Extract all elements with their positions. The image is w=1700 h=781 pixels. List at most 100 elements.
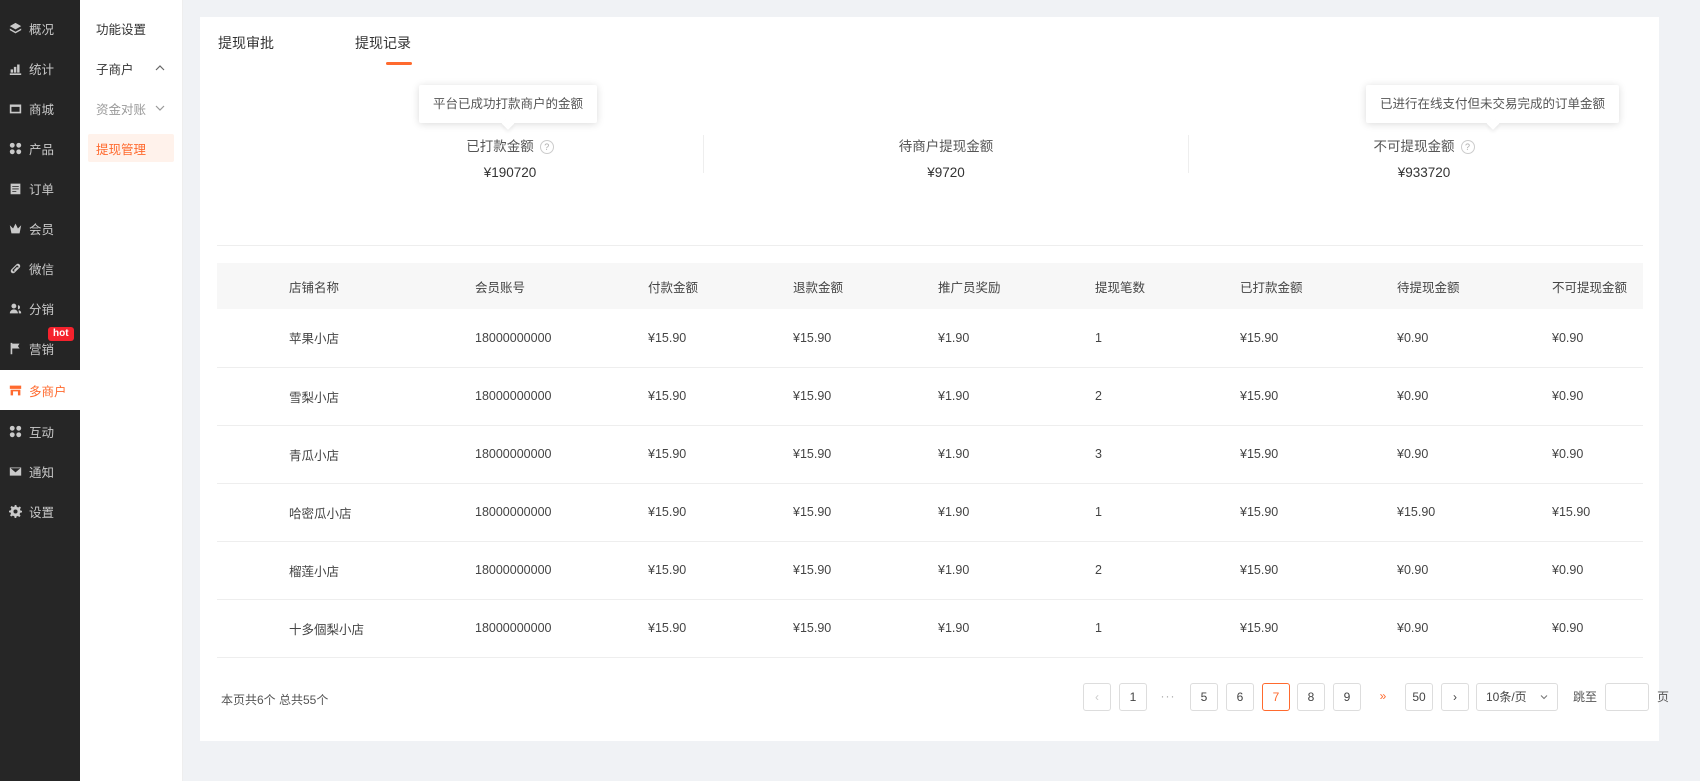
table-cell: 18000000000 — [475, 483, 648, 542]
table-cell: 18000000000 — [475, 367, 648, 426]
table-cell: ¥15.90 — [1397, 483, 1552, 542]
page-button[interactable]: 8 — [1297, 683, 1325, 711]
stat-divider — [1188, 135, 1189, 173]
table-cell: ¥15.90 — [793, 541, 938, 600]
sidebar-item-settings[interactable]: 设置 — [0, 491, 80, 531]
page-size-value: 10条/页 — [1486, 690, 1527, 704]
table-row: 青瓜小店 18000000000 ¥15.90 ¥15.90 ¥1.90 3 ¥… — [217, 425, 1643, 484]
table-cell: 2 — [1095, 541, 1240, 600]
table-row: 雪梨小店 18000000000 ¥15.90 ¥15.90 ¥1.90 2 ¥… — [217, 367, 1643, 426]
help-icon[interactable]: ? — [539, 140, 554, 154]
table-cell: ¥15.90 — [1240, 309, 1397, 368]
table-cell: ¥15.90 — [1240, 483, 1397, 542]
flag-icon — [8, 341, 22, 355]
stat-paid-amount: 已打款金额? ¥190720 — [360, 135, 660, 180]
table-cell: ¥0.90 — [1397, 599, 1552, 658]
subnav-item-feature-settings[interactable]: 功能设置 — [88, 14, 174, 42]
stat-non-withdrawable: 不可提现金额? ¥933720 — [1274, 135, 1574, 180]
stat-pending-withdrawal: 待商户提现金额 ¥9720 — [796, 135, 1096, 180]
sidebar-item-label: 微信 — [29, 262, 55, 277]
sidebar-item-mall[interactable]: 商城 — [0, 88, 80, 128]
crown-icon — [8, 221, 22, 235]
sidebar-item-multi-merchant[interactable]: 多商户 — [0, 370, 80, 410]
sidebar-item-notifications[interactable]: 通知 — [0, 451, 80, 491]
table-cell: ¥15.90 — [1240, 599, 1397, 658]
goto-page-input[interactable] — [1605, 683, 1649, 711]
table-cell: ¥15.90 — [793, 425, 938, 484]
sidebar-item-label: 营销 — [29, 342, 55, 357]
table-cell: 哈密瓜小店 — [217, 483, 475, 542]
table-cell: ¥15.90 — [793, 367, 938, 426]
sidebar-item-wechat[interactable]: 微信 — [0, 248, 80, 288]
table-cell: 2 — [1095, 367, 1240, 426]
table-cell: 十多個梨小店 — [217, 599, 475, 658]
page-button[interactable]: 6 — [1226, 683, 1254, 711]
sidebar-item-members[interactable]: 会员 — [0, 208, 80, 248]
subnav-item-fund-reconciliation[interactable]: 资金对账 — [88, 94, 174, 122]
subnav-item-label: 资金对账 — [96, 102, 147, 117]
current-page-button[interactable]: 7 — [1262, 683, 1290, 711]
stat-label: 不可提现金额 — [1373, 139, 1455, 154]
page-button[interactable]: 5 — [1190, 683, 1218, 711]
shop-icon — [8, 383, 22, 397]
subnav-item-label: 功能设置 — [96, 22, 147, 37]
column-header: 提现笔数 — [1095, 263, 1240, 309]
help-icon[interactable]: ? — [1460, 140, 1475, 154]
table-row: 十多個梨小店 18000000000 ¥15.90 ¥15.90 ¥1.90 1… — [217, 599, 1643, 658]
prev-page-button[interactable]: ‹ — [1083, 683, 1111, 711]
mail-icon — [8, 464, 22, 478]
stat-value: ¥190720 — [483, 165, 537, 180]
chevron-down-icon — [155, 105, 165, 111]
page-size-select[interactable]: 10条/页 — [1476, 683, 1558, 711]
page-ellipsis[interactable]: ··· — [1154, 683, 1182, 711]
tab-withdrawal-records[interactable]: 提现记录 — [355, 33, 411, 53]
column-header: 付款金额 — [648, 263, 793, 309]
sidebar-item-overview[interactable]: 概况 — [0, 8, 80, 48]
sidebar-item-interaction[interactable]: 互动 — [0, 411, 80, 451]
table-cell: ¥15.90 — [1240, 425, 1397, 484]
stat-divider — [703, 135, 704, 173]
sidebar-item-stats[interactable]: 统计 — [0, 48, 80, 88]
sidebar-item-label: 订单 — [29, 182, 55, 197]
sidebar-item-orders[interactable]: 订单 — [0, 168, 80, 208]
sidebar-item-label: 设置 — [29, 505, 55, 520]
sidebar-item-label: 统计 — [29, 62, 55, 77]
table-cell: 18000000000 — [475, 309, 648, 368]
stat-label: 待商户提现金额 — [898, 139, 994, 154]
jump-forward-button[interactable]: » — [1369, 683, 1397, 711]
table-cell: ¥15.90 — [1240, 367, 1397, 426]
chart-icon — [8, 61, 22, 75]
non-withdrawable-tooltip: 已进行在线支付但未交易完成的订单金额 — [1366, 85, 1620, 123]
table-cell: 榴莲小店 — [217, 541, 475, 600]
page-button[interactable]: 9 — [1333, 683, 1361, 711]
page-button[interactable]: 50 — [1405, 683, 1433, 711]
next-page-button[interactable]: › — [1441, 683, 1469, 711]
table-cell: 18000000000 — [475, 599, 648, 658]
users-icon — [8, 301, 22, 315]
tab-withdrawal-approval[interactable]: 提现审批 — [218, 33, 274, 53]
sidebar-item-products[interactable]: 产品 — [0, 128, 80, 168]
sidebar-item-label: 分销 — [29, 302, 55, 317]
table-cell: ¥0.90 — [1552, 367, 1643, 426]
table-cell: 苹果小店 — [217, 309, 475, 368]
column-header: 会员账号 — [475, 263, 648, 309]
grid-icon — [8, 141, 22, 155]
column-header: 不可提现金额 — [1552, 263, 1643, 309]
column-header: 店铺名称 — [217, 263, 475, 309]
table-cell: ¥0.90 — [1397, 541, 1552, 600]
stat-label: 已打款金额 — [466, 139, 534, 154]
table-cell: ¥1.90 — [938, 541, 1095, 600]
chevron-down-icon — [1540, 695, 1548, 700]
subnav-item-withdrawal-management[interactable]: 提现管理 — [88, 134, 174, 162]
table-cell: 1 — [1095, 309, 1240, 368]
grid-icon — [8, 424, 22, 438]
table-cell: ¥1.90 — [938, 483, 1095, 542]
sidebar-item-label: 多商户 — [29, 384, 67, 399]
table-cell: ¥0.90 — [1552, 309, 1643, 368]
withdrawal-records-table: 店铺名称 会员账号 付款金额 退款金额 推广员奖励 提现笔数 已打款金额 待提现… — [217, 263, 1643, 658]
sidebar-item-label: 产品 — [29, 142, 55, 157]
sidebar-item-distribution[interactable]: 分销 — [0, 288, 80, 328]
page-button[interactable]: 1 — [1119, 683, 1147, 711]
subnav-item-sub-merchants[interactable]: 子商户 — [88, 54, 174, 82]
table-cell: ¥0.90 — [1397, 425, 1552, 484]
